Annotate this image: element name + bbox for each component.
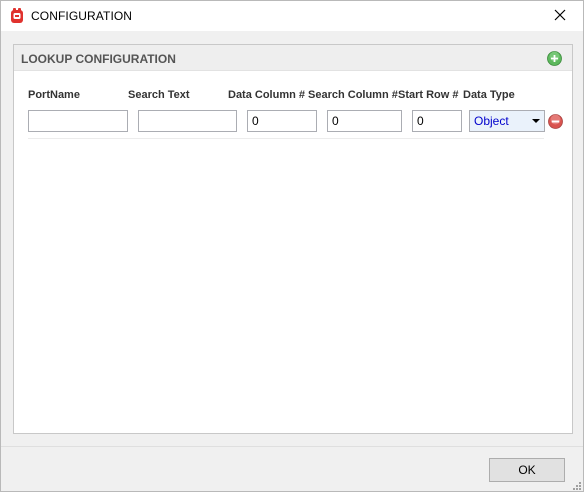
add-row-button[interactable]: [547, 51, 562, 66]
chevron-down-icon: [532, 119, 540, 123]
title-bar: CONFIGURATION: [1, 1, 583, 31]
column-header-search-column: Search Column #: [308, 89, 398, 101]
start-row-input[interactable]: 0: [412, 110, 462, 132]
panel-header: LOOKUP CONFIGURATION: [14, 45, 572, 71]
app-logo-icon: [10, 8, 24, 24]
data-type-select[interactable]: Object: [469, 110, 545, 132]
dialog-footer: OK: [1, 446, 583, 491]
lookup-configuration-panel: LOOKUP CONFIGURATION PortName Search Tex…: [13, 44, 573, 434]
close-button[interactable]: [537, 1, 583, 31]
column-header-start-row: Start Row #: [398, 89, 459, 101]
add-circle-icon: [547, 51, 562, 66]
close-icon: [554, 9, 566, 24]
remove-circle-icon: [548, 114, 563, 129]
window-title: CONFIGURATION: [31, 9, 133, 23]
search-text-input[interactable]: [138, 110, 237, 132]
row-divider: [28, 138, 544, 139]
column-header-search-text: Search Text: [128, 89, 190, 101]
resize-grip-icon[interactable]: [571, 479, 581, 490]
ok-button[interactable]: OK: [489, 458, 565, 482]
configuration-dialog: CONFIGURATION LOOKUP CONFIGURATION PortN…: [0, 0, 584, 492]
search-column-input[interactable]: 0: [327, 110, 402, 132]
column-header-data-column: Data Column #: [228, 89, 306, 101]
data-column-input[interactable]: 0: [247, 110, 317, 132]
data-type-value: Object: [474, 114, 509, 128]
column-header-portname: PortName: [28, 89, 80, 101]
remove-row-button[interactable]: [548, 114, 563, 129]
portname-input[interactable]: [28, 110, 128, 132]
column-header-data-type: Data Type: [463, 89, 515, 101]
panel-title: LOOKUP CONFIGURATION: [21, 52, 176, 66]
content-area: LOOKUP CONFIGURATION PortName Search Tex…: [1, 31, 583, 446]
